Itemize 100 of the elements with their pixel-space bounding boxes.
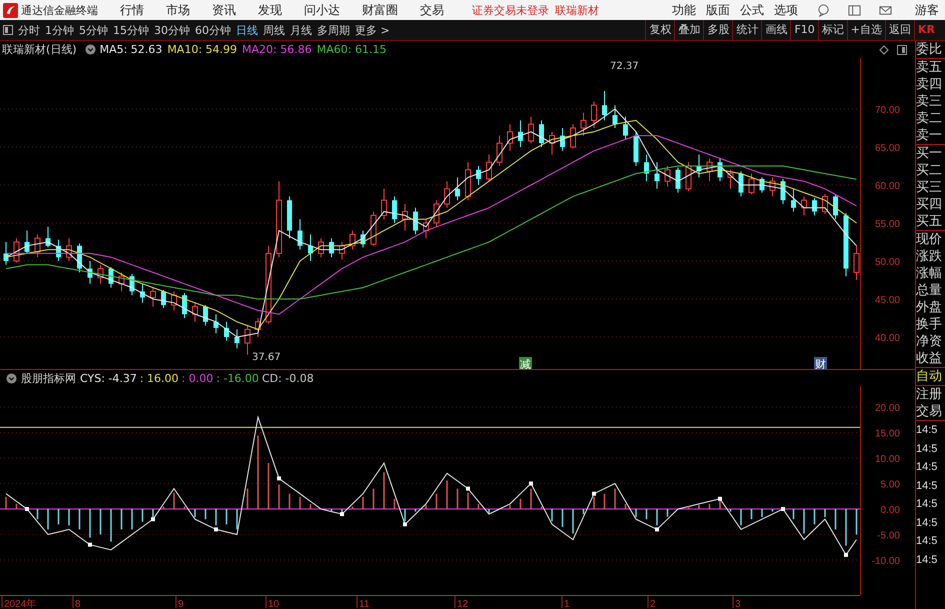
menu-item[interactable]: 问小达 bbox=[304, 2, 340, 18]
quote-label: 净资 bbox=[916, 333, 943, 350]
quote-label: 卖一 bbox=[916, 127, 943, 144]
period-tab[interactable]: 5分钟 bbox=[79, 22, 108, 38]
stock-link[interactable]: 联瑞新材 bbox=[555, 2, 599, 18]
period-tab[interactable]: 更多 > bbox=[355, 22, 390, 38]
period-tab[interactable]: 60分钟 bbox=[195, 22, 231, 38]
menu-item[interactable]: 公式 bbox=[740, 2, 764, 18]
dropdown-icon[interactable] bbox=[84, 44, 96, 55]
quote-label: 卖二 bbox=[916, 110, 943, 127]
candlestick bbox=[580, 112, 586, 136]
tool-button[interactable]: 复权 bbox=[645, 20, 674, 40]
candlestick bbox=[4, 242, 8, 266]
tool-button[interactable]: 统计 bbox=[732, 20, 762, 40]
period-tab[interactable]: 分时 bbox=[18, 22, 40, 38]
menu-item[interactable]: 选项 bbox=[774, 2, 798, 18]
candlestick bbox=[465, 162, 471, 201]
quote-label: 总量 bbox=[916, 282, 943, 299]
layout-icon[interactable] bbox=[848, 4, 861, 16]
auto-mode-button[interactable]: 自动 bbox=[916, 368, 945, 385]
quote-label: 卖三 bbox=[916, 93, 943, 110]
candlestick bbox=[748, 173, 754, 195]
menu-item[interactable]: 交易 bbox=[420, 2, 444, 18]
low-price-label: 37.67 bbox=[252, 352, 281, 363]
candlestick bbox=[780, 178, 786, 204]
period-tab[interactable]: 日线 bbox=[236, 22, 258, 38]
tool-button[interactable]: +自选 bbox=[846, 20, 885, 40]
tool-button[interactable]: 返回 bbox=[885, 20, 914, 40]
candlestick bbox=[770, 176, 776, 197]
login-notice[interactable]: 证券交易未登录 bbox=[472, 2, 549, 18]
menu-item[interactable]: 资讯 bbox=[212, 2, 236, 18]
indicator-axis-label: 15.00 bbox=[874, 428, 900, 440]
tool-button[interactable]: 画线 bbox=[761, 20, 790, 40]
menu-item[interactable]: 行情 bbox=[120, 2, 144, 18]
legend-entry: CYS: -4.37 bbox=[80, 372, 137, 384]
legend-entry: MA5: 52.63 bbox=[100, 43, 162, 56]
period-tab[interactable]: 30分钟 bbox=[154, 22, 190, 38]
quote-label: 买四 bbox=[916, 196, 943, 213]
menu-item[interactable]: 版面 bbox=[706, 2, 730, 18]
period-tab[interactable]: 多周期 bbox=[317, 22, 350, 38]
panel-toggle-icon[interactable] bbox=[897, 44, 907, 54]
candlestick bbox=[298, 218, 302, 250]
app-name: 通达信金融终端 bbox=[21, 2, 98, 18]
menu-item[interactable]: 市场 bbox=[166, 2, 190, 18]
menu-item[interactable]: 发现 bbox=[258, 2, 282, 18]
candlestick bbox=[360, 230, 366, 248]
period-tab[interactable]: 1分钟 bbox=[45, 22, 74, 38]
tool-button[interactable]: F10 bbox=[790, 20, 818, 40]
date-axis-label: 12 bbox=[457, 599, 468, 609]
candlestick bbox=[791, 188, 796, 212]
dropdown-icon[interactable] bbox=[6, 372, 17, 384]
price-axis-label: 50.00 bbox=[874, 257, 900, 268]
candlestick bbox=[644, 154, 649, 182]
tool-button[interactable]: 标记 bbox=[818, 20, 847, 40]
candlestick bbox=[308, 234, 313, 262]
tool-button[interactable]: 多股 bbox=[703, 20, 732, 40]
market-code: KR bbox=[914, 20, 945, 40]
menu-item[interactable]: 功能 bbox=[672, 2, 696, 18]
date-axis-label: 3 bbox=[735, 599, 741, 609]
candlestick bbox=[570, 124, 576, 150]
candlestick bbox=[118, 272, 124, 292]
diamond-icon[interactable] bbox=[879, 44, 889, 54]
candlestick bbox=[318, 238, 324, 258]
action-button[interactable]: 交易 bbox=[916, 403, 945, 420]
indicator-name: 股朋指标网 bbox=[21, 370, 76, 386]
legend-entry: MA10: 54.99 bbox=[167, 43, 238, 56]
date-axis-label: 2024年 bbox=[4, 599, 36, 609]
mail-icon[interactable] bbox=[879, 4, 892, 16]
menu-item[interactable]: 财富圈 bbox=[362, 2, 398, 18]
candlestick bbox=[108, 266, 114, 288]
candlestick bbox=[476, 166, 481, 186]
candlestick bbox=[706, 158, 712, 182]
user-label[interactable]: 游客 bbox=[915, 2, 939, 18]
candlestick bbox=[402, 204, 408, 232]
candlestick bbox=[182, 292, 187, 318]
trade-time: 14:5 bbox=[916, 534, 938, 549]
panel-toggle-icon[interactable] bbox=[3, 25, 13, 35]
date-axis-label: 9 bbox=[178, 599, 184, 609]
action-button[interactable]: 注册 bbox=[916, 386, 945, 403]
candlestick bbox=[339, 242, 345, 260]
quote-label: 现价 bbox=[916, 231, 943, 248]
indicator-axis-label: -5.00 bbox=[877, 530, 900, 542]
candlestick bbox=[486, 154, 492, 182]
candlestick bbox=[423, 218, 429, 239]
logo-icon bbox=[3, 2, 18, 18]
chat-icon[interactable] bbox=[817, 4, 830, 16]
trade-time: 14:5 bbox=[916, 460, 938, 475]
period-tab[interactable]: 15分钟 bbox=[113, 22, 149, 38]
candlestick bbox=[686, 162, 692, 192]
indicator-axis-label: 5.00 bbox=[880, 480, 900, 491]
candlestick bbox=[539, 120, 544, 148]
period-tab[interactable]: 月线 bbox=[290, 22, 312, 38]
candlestick bbox=[192, 302, 198, 322]
period-tab[interactable]: 周线 bbox=[263, 22, 285, 38]
candlestick bbox=[560, 128, 565, 152]
candlestick bbox=[434, 200, 440, 228]
tool-button[interactable]: 叠加 bbox=[674, 20, 704, 40]
price-axis-label: 55.00 bbox=[874, 219, 900, 230]
candlestick bbox=[234, 328, 240, 349]
candlestick bbox=[623, 116, 628, 140]
